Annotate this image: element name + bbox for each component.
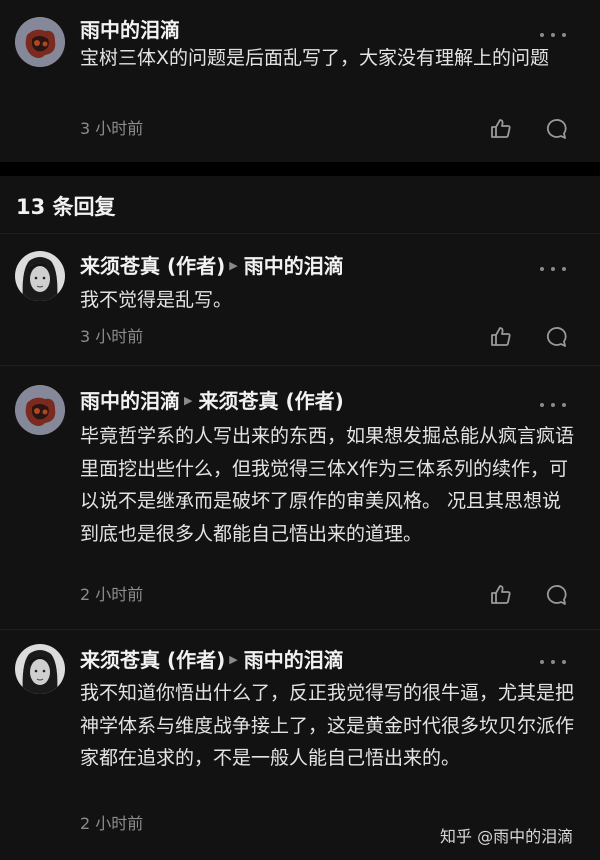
thumbs-up-icon[interactable] [489, 583, 513, 607]
speech-bubble-icon[interactable] [544, 325, 568, 349]
reply-arrow-icon: ▶ [229, 259, 238, 272]
avatar[interactable] [15, 251, 65, 301]
speech-bubble-icon[interactable] [544, 583, 568, 607]
reply-time: 3 小时前 [80, 327, 144, 346]
reply-header: 来须苍真 (作者) ▶ 雨中的泪滴 [80, 251, 344, 281]
author-name[interactable]: 雨中的泪滴 [80, 15, 180, 45]
parent-comment: 雨中的泪滴 宝树三体Ⅹ的问题是后面乱写了，大家没有理解上的问题 3 小时前 [0, 0, 600, 162]
reply-header: 来须苍真 (作者) ▶ 雨中的泪滴 [80, 645, 344, 675]
more-dots-icon[interactable] [540, 264, 566, 274]
author-name[interactable]: 来须苍真 [80, 645, 160, 675]
more-dots-icon[interactable] [540, 30, 566, 40]
more-dots-icon[interactable] [540, 400, 566, 410]
reply-count: 13 条回复 [16, 195, 116, 219]
author-tag: (作者) [166, 254, 226, 278]
reply-to-name[interactable]: 雨中的泪滴 [244, 645, 344, 675]
reply-text: 我不觉得是乱写。 [80, 289, 233, 311]
reply-time: 2 小时前 [80, 814, 144, 833]
reply-text: 毕竟哲学系的人写出来的东西，如果想发掘总能从疯言疯语里面挖出些什么，但我觉得三体… [80, 425, 575, 545]
reply-item: 雨中的泪滴 ▶ 来须苍真 (作者) 毕竟哲学系的人写出来的东西，如果想发掘总能从… [0, 366, 600, 628]
comment-text: 宝树三体Ⅹ的问题是后面乱写了，大家没有理解上的问题 [80, 47, 550, 69]
author-tag: (作者) [166, 648, 226, 672]
reply-to-name[interactable]: 雨中的泪滴 [244, 251, 344, 281]
reply-to-tag: (作者) [285, 389, 344, 413]
speech-bubble-icon[interactable] [544, 117, 568, 141]
reply-item: 来须苍真 (作者) ▶ 雨中的泪滴 我不觉得是乱写。 3 小时前 [0, 234, 600, 364]
reply-to-name[interactable]: 来须苍真 [198, 386, 278, 416]
reply-arrow-icon: ▶ [184, 394, 193, 407]
watermark: 知乎 @雨中的泪滴 [440, 827, 574, 846]
reply-arrow-icon: ▶ [229, 653, 238, 666]
more-dots-icon[interactable] [540, 657, 566, 667]
comment-author[interactable]: 雨中的泪滴 [80, 15, 180, 45]
author-name[interactable]: 来须苍真 [80, 251, 160, 281]
reply-time: 2 小时前 [80, 585, 144, 604]
avatar[interactable] [15, 17, 65, 67]
thumbs-up-icon[interactable] [489, 325, 513, 349]
comment-time: 3 小时前 [80, 119, 144, 138]
reply-header: 雨中的泪滴 ▶ 来须苍真 (作者) [80, 386, 344, 416]
author-name[interactable]: 雨中的泪滴 [80, 386, 180, 416]
avatar[interactable] [15, 644, 65, 694]
thumbs-up-icon[interactable] [489, 117, 513, 141]
reply-text: 我不知道你悟出什么了，反正我觉得写的很牛逼，尤其是把神学体系与维度战争接上了，这… [80, 682, 575, 769]
avatar[interactable] [15, 385, 65, 435]
